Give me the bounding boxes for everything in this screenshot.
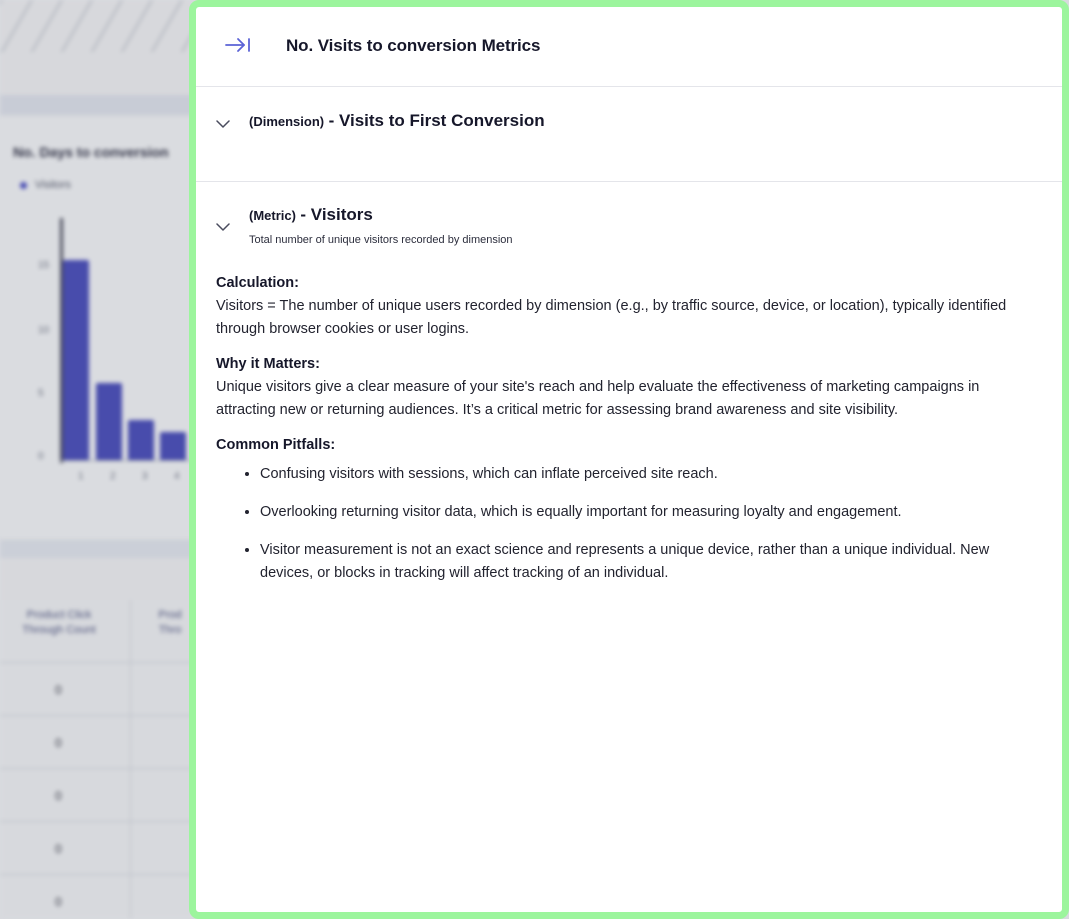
metric-section: (Metric) - Visitors Total number of uniq… [196,182,1062,585]
metric-name: - Visitors [300,205,373,224]
drawer-title: No. Visits to conversion Metrics [286,36,541,55]
dimension-name: - Visits to First Conversion [328,111,545,130]
metric-heading: (Metric) - Visitors [249,205,373,225]
calculation-text: Visitors = The number of unique users re… [216,298,1007,337]
pitfalls-block: Common Pitfalls: Confusing visitors with… [216,434,1042,585]
pitfall-item: Visitor measurement is not an exact scie… [260,539,1042,585]
metric-tag: (Metric) [249,208,296,223]
pitfalls-title: Common Pitfalls: [216,437,336,453]
metrics-drawer: No. Visits to conversion Metrics (Dimens… [189,0,1069,919]
drawer-header: No. Visits to conversion Metrics [196,7,1062,87]
calculation-title: Calculation: [216,275,299,291]
why-it-matters-block: Why it Matters: Unique visitors give a c… [216,353,1042,422]
collapse-right-icon[interactable] [224,35,252,55]
metric-details: Calculation: Visitors = The number of un… [196,272,1062,585]
pitfall-item: Confusing visitors with sessions, which … [260,463,1042,486]
pitfall-item: Overlooking returning visitor data, whic… [260,501,1042,524]
dimension-heading: (Dimension) - Visits to First Conversion [249,111,545,131]
why-it-matters-text: Unique visitors give a clear measure of … [216,379,980,418]
dimension-section[interactable]: (Dimension) - Visits to First Conversion [196,87,1062,182]
why-it-matters-title: Why it Matters: [216,356,320,372]
pitfalls-list: Confusing visitors with sessions, which … [216,463,1042,585]
chevron-down-icon[interactable] [216,116,230,128]
calculation-block: Calculation: Visitors = The number of un… [216,272,1042,341]
metric-subtitle: Total number of unique visitors recorded… [249,234,513,246]
chevron-down-icon[interactable] [216,219,230,231]
dimension-tag: (Dimension) [249,114,325,129]
metric-header[interactable]: (Metric) - Visitors Total number of uniq… [196,182,1062,272]
